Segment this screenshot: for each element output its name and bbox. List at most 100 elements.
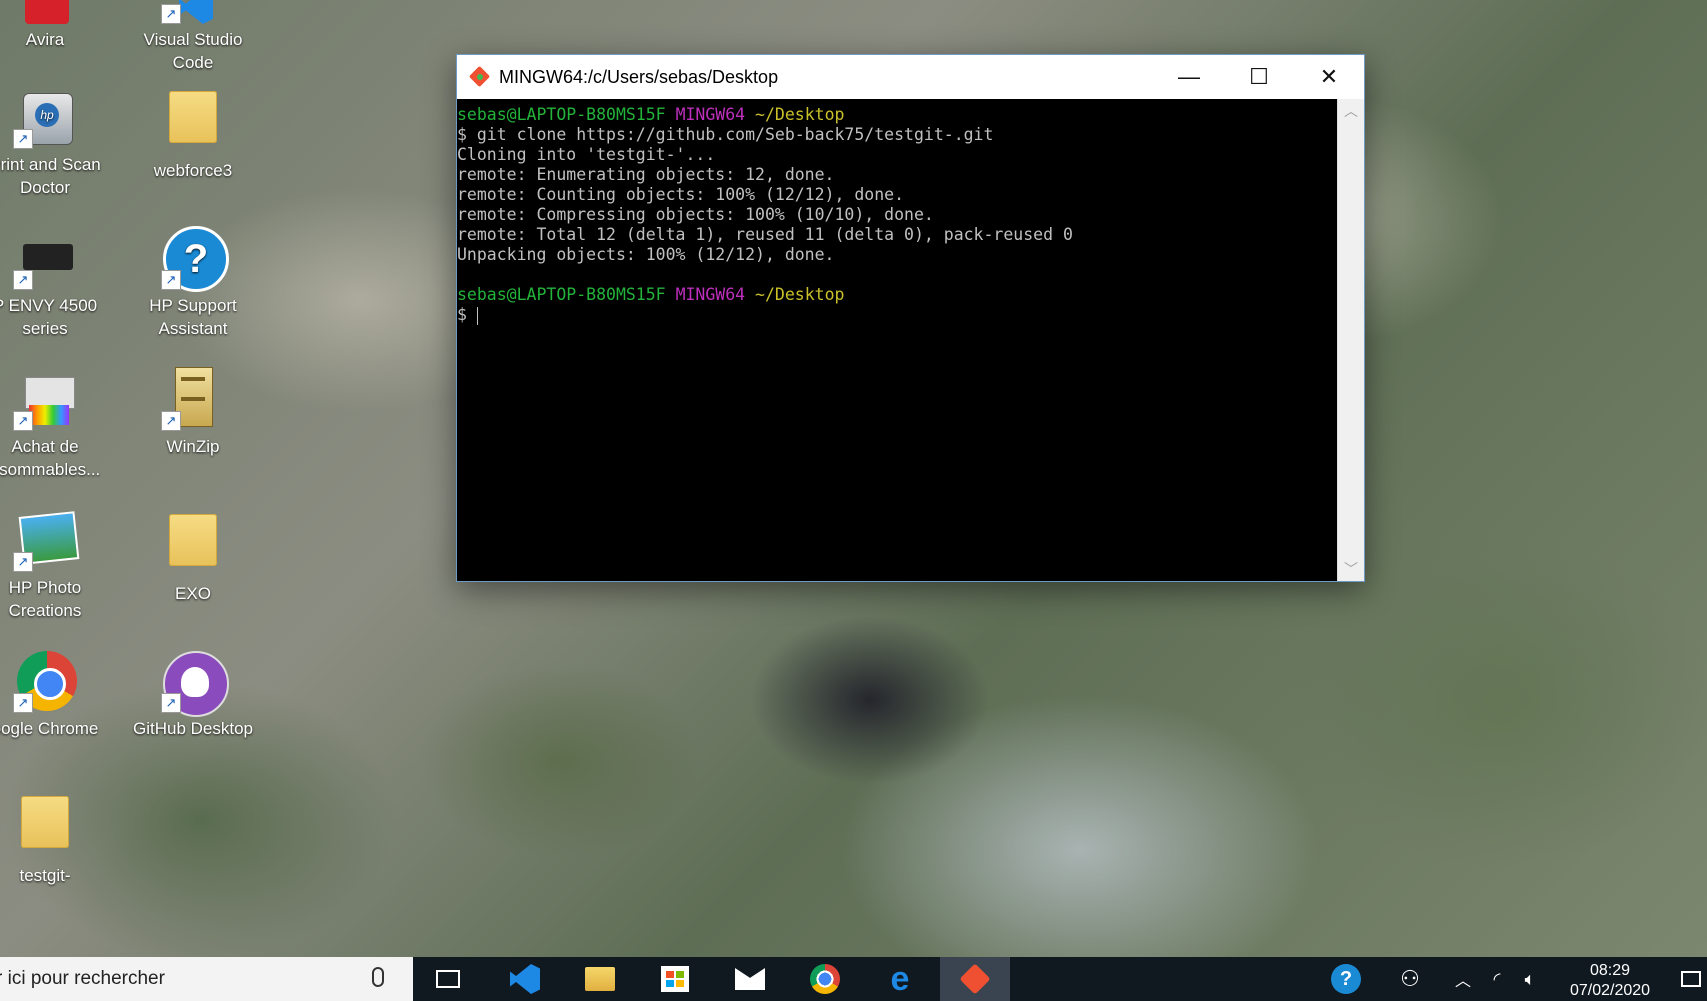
terminal-line: remote: Enumerating objects: 12, done. [457,165,835,184]
desktop-icon-avira[interactable]: Avira [0,0,110,51]
photo-icon: ↗ [13,508,80,572]
terminal-output[interactable]: sebas@LAPTOP-B80MS15F MINGW64 ~/Desktop $… [457,99,1338,581]
window-title: MINGW64:/c/Users/sebas/Desktop [499,66,779,87]
folder-icon [161,514,225,578]
shortcut-arrow-icon: ↗ [161,270,181,290]
desktop-icon-hp-photo-creations[interactable]: ↗ HP Photo Creations [0,508,110,622]
git-icon [959,963,991,995]
task-view-button[interactable] [413,957,483,1001]
vscode-icon: ↗ [161,0,225,24]
desktop-icon-achat-consommables[interactable]: ↗ Achat de nsommables... [0,367,110,481]
desktop-icon-winzip[interactable]: ↗ WinZip [128,367,258,458]
desktop-icon-github-desktop[interactable]: ↗ GitHub Desktop [128,649,258,740]
task-view-icon [436,970,460,988]
desktop-icon-testgit[interactable]: testgit- [0,790,110,887]
close-button[interactable]: ✕ [1294,55,1364,99]
taskbar-edge[interactable]: e [865,957,935,1001]
taskbar-git-bash[interactable] [940,957,1010,1001]
desktop-icon-label: EXO [175,584,211,603]
hp-print-scan-icon: hp ↗ [13,85,77,149]
shortcut-arrow-icon: ↗ [161,411,181,431]
github-icon: ↗ [161,649,229,717]
desktop-icon-label: P ENVY 4500 series [0,296,98,338]
chrome-icon [810,964,840,994]
desktop-icon-label: GitHub Desktop [133,719,253,738]
printer-ink-icon: ↗ [13,367,77,431]
folder-icon [161,91,225,155]
winzip-cabinet-icon: ↗ [161,367,225,431]
tray-help-button[interactable]: ? [1325,957,1367,1001]
prompt-line: sebas@LAPTOP-B80MS15F MINGW64 ~/Desktop [457,105,1338,125]
prompt-env: MINGW64 [675,105,746,124]
prompt-line: sebas@LAPTOP-B80MS15F MINGW64 ~/Desktop [457,285,1338,305]
volume-icon: 🔈︎ [1524,968,1536,989]
people-icon: ⚇ [1400,966,1420,991]
prompt-env: MINGW64 [675,285,746,304]
tray-network-button[interactable]: ◜ [1482,957,1512,1001]
shortcut-arrow-icon: ↗ [13,411,33,431]
microphone-icon[interactable] [372,967,384,987]
shortcut-arrow-icon: ↗ [13,693,33,713]
terminal-line: Unpacking objects: 100% (12/12), done. [457,245,835,264]
desktop-icon-print-and-scan-doctor[interactable]: hp ↗ Print and Scan Doctor [0,85,110,199]
chrome-icon: ↗ [13,649,77,713]
desktop-icon-label: webforce3 [153,161,233,180]
taskbar-mail[interactable] [715,957,785,1001]
taskbar-store[interactable] [640,957,710,1001]
terminal-line: remote: Counting objects: 100% (12/12), … [457,185,905,204]
vscode-icon [510,964,540,994]
desktop-icon-label: testgit- [19,866,71,885]
prompt-path: ~/Desktop [755,285,845,304]
desktop-icon-hp-envy-4500[interactable]: ↗ P ENVY 4500 series [0,226,110,340]
tray-show-hidden-button[interactable]: ︿ [1448,957,1478,1001]
mail-icon [735,968,765,990]
scroll-up-icon[interactable]: ︿ [1338,99,1364,123]
desktop-icon-label: Achat de nsommables... [0,437,101,479]
desktop-icon-label: HP Support Assistant [149,296,237,338]
input-prefix: $ [457,305,477,324]
shortcut-arrow-icon: ↗ [161,693,181,713]
desktop-icon-google-chrome[interactable]: ↗ oogle Chrome [0,649,110,740]
help-question-icon: ? ↗ [161,226,229,292]
chevron-up-icon: ︿ [1454,973,1471,990]
shortcut-arrow-icon: ↗ [13,129,33,149]
taskbar-chrome[interactable] [790,957,860,1001]
desktop-icon-label: HP Photo Creations [8,578,82,620]
desktop-icon-label: Avira [25,30,65,49]
vertical-scrollbar[interactable]: ︿ ﹀ [1337,99,1364,581]
desktop-icon-visual-studio-code[interactable]: ↗ Visual Studio Code [128,0,258,74]
desktop-icon-label: Print and Scan Doctor [0,155,101,197]
prompt-user: sebas@LAPTOP-B80MS15F [457,105,666,124]
desktop-icon-exo[interactable]: EXO [128,508,258,605]
maximize-button[interactable]: ☐ [1224,55,1294,99]
folder-icon [13,796,77,860]
terminal-window[interactable]: MINGW64:/c/Users/sebas/Desktop — ☐ ✕ seb… [456,54,1365,582]
window-titlebar[interactable]: MINGW64:/c/Users/sebas/Desktop — ☐ ✕ [457,55,1364,99]
taskbar-search-box[interactable]: r ici pour rechercher [0,957,413,1001]
wifi-icon: ◜ [1493,968,1501,989]
terminal-line: $ git clone https://github.com/Seb-back7… [457,125,994,144]
tray-volume-button[interactable]: 🔈︎ [1515,957,1545,1001]
clock-date: 07/02/2020 [1569,982,1651,999]
scroll-down-icon[interactable]: ﹀ [1338,557,1364,581]
tray-people-button[interactable]: ⚇ [1385,957,1435,1001]
minimize-icon: — [1178,64,1200,89]
shortcut-arrow-icon: ↗ [13,552,33,572]
git-icon [468,65,491,88]
maximize-icon: ☐ [1249,64,1269,89]
search-placeholder: r ici pour rechercher [0,968,165,989]
taskbar-clock[interactable]: 08:29 07/02/2020 [1555,961,1665,1001]
edge-icon: e [890,959,910,998]
minimize-button[interactable]: — [1154,55,1224,99]
action-center-button[interactable] [1675,957,1707,1001]
file-explorer-icon [585,967,615,991]
text-cursor [476,306,478,325]
desktop-icon-webforce3[interactable]: webforce3 [128,85,258,182]
desktop-icon-hp-support-assistant[interactable]: ? ↗ HP Support Assistant [128,226,258,340]
taskbar-file-explorer[interactable] [565,957,635,1001]
desktop-icon-label: Visual Studio Code [143,30,243,72]
taskbar-vscode[interactable] [490,957,560,1001]
input-line[interactable]: $ [457,305,1338,325]
terminal-line: Cloning into 'testgit-'... [457,145,716,164]
